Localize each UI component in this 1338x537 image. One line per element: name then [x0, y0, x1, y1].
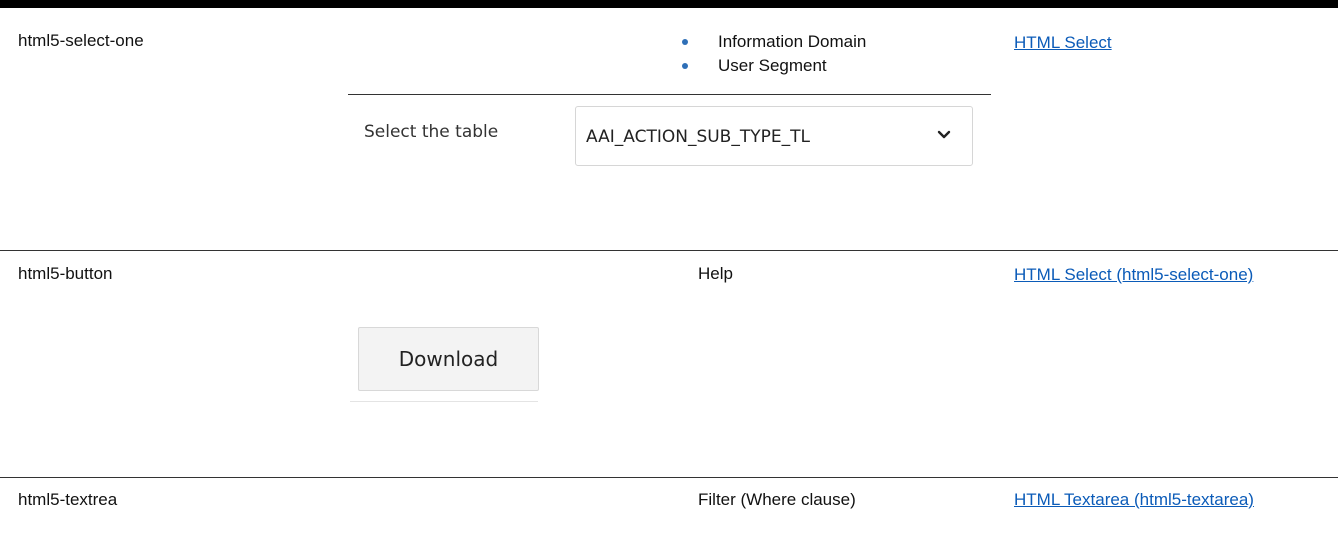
- row-divider: [0, 477, 1338, 478]
- row2-link[interactable]: HTML Select (html5-select-one): [1014, 264, 1314, 286]
- row1-type-name: html5-select-one: [18, 31, 144, 50]
- row3-description: Filter (Where clause): [698, 490, 856, 509]
- chevron-down-icon: [937, 130, 951, 139]
- bullet-icon: [682, 39, 688, 45]
- list-item: Information Domain: [668, 30, 866, 54]
- row3-link[interactable]: HTML Textarea (html5-textarea): [1014, 489, 1274, 511]
- row1-link[interactable]: HTML Select: [1014, 32, 1112, 54]
- bullets-divider: [348, 94, 991, 95]
- row3-type-name: html5-textrea: [18, 490, 118, 509]
- row1-bullet-list: Information Domain User Segment: [668, 30, 866, 78]
- table-top-border: [0, 0, 1338, 8]
- list-item: User Segment: [668, 54, 866, 78]
- row2-type-name: html5-button: [18, 264, 113, 283]
- download-button[interactable]: Download: [358, 327, 539, 391]
- select-value: AAI_ACTION_SUB_TYPE_TL: [586, 127, 810, 147]
- button-underline: [350, 401, 538, 402]
- row-divider: [0, 250, 1338, 251]
- row2-description: Help: [698, 264, 733, 283]
- bullet-icon: [682, 63, 688, 69]
- select-label: Select the table: [364, 122, 499, 142]
- table-select[interactable]: AAI_ACTION_SUB_TYPE_TL: [575, 106, 973, 166]
